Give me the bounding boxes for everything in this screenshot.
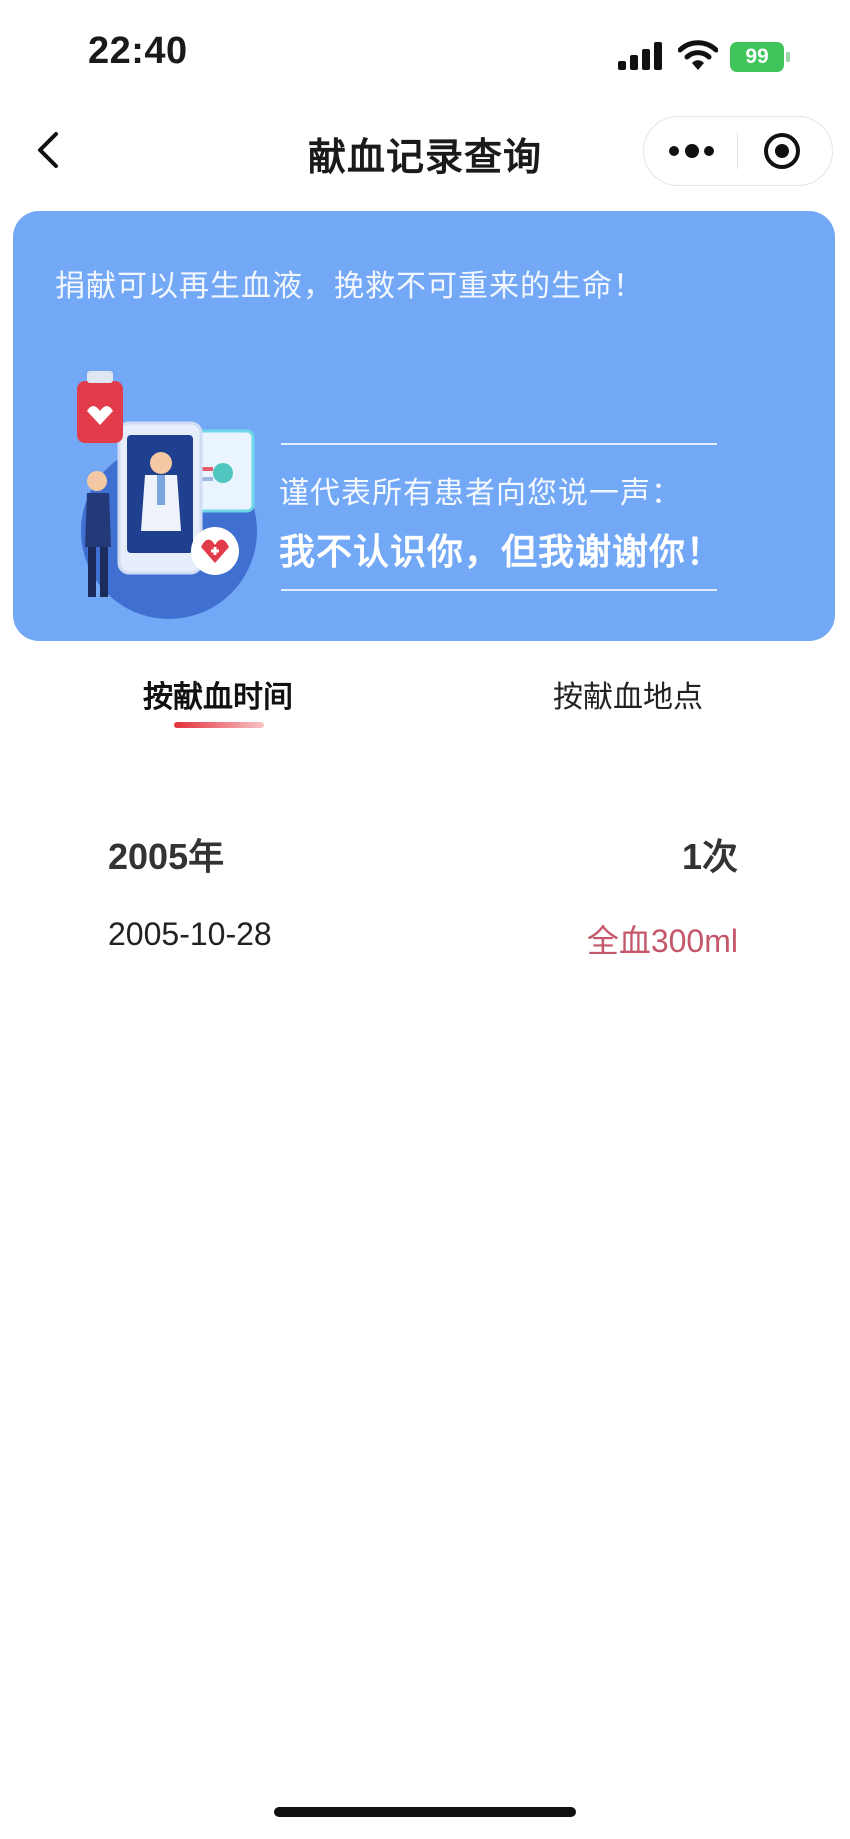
- record-amount: 全血300ml: [586, 923, 738, 959]
- battery-charging-icon: 99: [730, 42, 792, 72]
- banner-divider-bottom: [281, 589, 717, 591]
- hero-banner: 捐献可以再生血液，挽救不可重来的生命！ 谨代表所有患者向您说一声： 我不认识你，…: [13, 211, 835, 641]
- status-bar: 22:40 99: [0, 0, 850, 100]
- target-close-icon[interactable]: [738, 117, 831, 185]
- year-group-header: 2005年 1次: [108, 828, 738, 878]
- banner-slogan: 捐献可以再生血液，挽救不可重来的生命！: [55, 270, 644, 303]
- battery-level: 99: [730, 42, 784, 72]
- banner-sub-line: 谨代表所有患者向您说一声：: [279, 477, 682, 510]
- nav-bar: 献血记录查询: [0, 100, 850, 200]
- record-date: 2005-10-28: [108, 916, 272, 952]
- signal-icon: [618, 42, 664, 70]
- active-tab-indicator: [174, 722, 264, 728]
- tab-by-time[interactable]: 按献血时间: [143, 672, 293, 716]
- wifi-icon: [678, 40, 718, 70]
- banner-divider-top: [281, 443, 717, 445]
- home-indicator[interactable]: [274, 1807, 576, 1817]
- year-donation-count: 1次: [681, 836, 738, 877]
- banner-thanks-line: 我不认识你，但我谢谢你！: [279, 531, 724, 572]
- year-label: 2005年: [108, 836, 225, 877]
- battery-tip: [786, 52, 790, 62]
- mini-program-capsule: [643, 116, 833, 186]
- more-dots-icon[interactable]: [644, 117, 737, 185]
- tab-by-location[interactable]: 按献血地点: [553, 672, 703, 716]
- list-item[interactable]: 2005-10-28 全血300ml: [108, 916, 738, 960]
- doctor-patient-illustration-icon: [77, 371, 257, 619]
- filter-tabs: 按献血时间 按献血地点: [0, 660, 850, 740]
- status-time: 22:40: [88, 30, 188, 72]
